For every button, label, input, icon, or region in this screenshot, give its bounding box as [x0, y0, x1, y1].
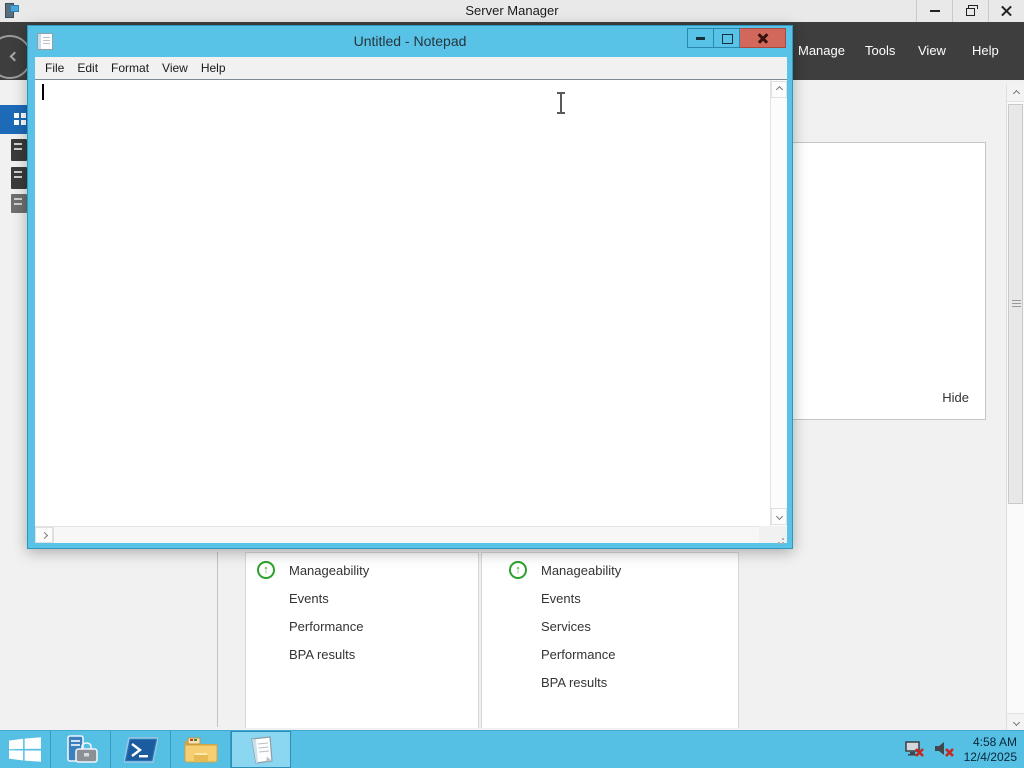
powershell-icon	[123, 736, 158, 763]
scroll-up-button[interactable]	[771, 81, 787, 98]
tile-row-performance[interactable]: Performance	[482, 640, 738, 668]
tile-row-label: Performance	[289, 618, 364, 634]
sidebar-item-dashboard[interactable]	[0, 105, 27, 134]
tile-row-performance[interactable]: Performance	[246, 612, 478, 640]
taskbar: 4:58 AM 12/4/2025	[0, 730, 1024, 768]
desktop: Server Manager Manage Tools View Help Hi…	[0, 0, 1024, 768]
tile-row-label: BPA results	[541, 674, 608, 690]
taskbar-server-manager-button[interactable]	[51, 731, 111, 768]
server-manager-title: Server Manager	[465, 3, 559, 18]
menu-edit[interactable]: Edit	[73, 61, 102, 75]
ibeam-cursor	[555, 92, 567, 114]
file-explorer-icon	[184, 737, 217, 763]
tile-row-manageability[interactable]: ↑ Manageability	[482, 556, 738, 584]
dashboard-scrollbar[interactable]	[1006, 85, 1024, 730]
tile-row-label: Events	[541, 590, 581, 606]
menu-manage[interactable]: Manage	[798, 22, 845, 80]
dashboard-icon	[14, 113, 26, 125]
sidebar-item-file-storage[interactable]	[11, 194, 27, 213]
tile-row-label: Events	[289, 590, 329, 606]
scroll-down-button[interactable]	[771, 508, 787, 525]
chevron-down-icon	[1012, 718, 1020, 726]
resize-grip[interactable]	[759, 526, 787, 543]
taskbar-powershell-button[interactable]	[111, 731, 171, 768]
scrollbar-thumb[interactable]	[1008, 104, 1023, 504]
minimize-button[interactable]	[916, 0, 952, 22]
menu-help[interactable]: Help	[972, 22, 999, 80]
tile-row-services[interactable]: Services	[482, 612, 738, 640]
server-manager-window-controls	[916, 0, 1024, 22]
green-up-arrow-icon: ↑	[509, 561, 527, 579]
horizontal-scrollbar[interactable]	[35, 526, 759, 543]
notepad-text-area[interactable]	[35, 79, 787, 543]
tile-row-label: Services	[541, 618, 591, 634]
taskbar-notepad-button[interactable]	[231, 731, 291, 768]
notepad-icon	[251, 735, 273, 764]
clock-date: 12/4/2025	[963, 749, 1017, 764]
system-tray: 4:58 AM 12/4/2025	[904, 731, 1024, 768]
tile-row-label: Manageability	[289, 562, 370, 578]
taskbar-file-explorer-button[interactable]	[171, 731, 231, 768]
tile-row-label: Manageability	[541, 562, 622, 578]
sidebar-item-local-server[interactable]	[11, 139, 27, 161]
menu-file[interactable]: File	[41, 61, 68, 75]
tile-row-label: BPA results	[289, 646, 356, 662]
sidebar-item-all-servers[interactable]	[11, 167, 27, 189]
vertical-scrollbar[interactable]	[770, 80, 787, 526]
menu-help[interactable]: Help	[197, 61, 230, 75]
close-button[interactable]	[740, 28, 786, 48]
hide-link[interactable]: Hide	[942, 390, 969, 405]
clock-time: 4:58 AM	[972, 734, 1017, 749]
text-caret	[42, 84, 44, 100]
back-arrow-icon	[9, 51, 20, 62]
tile-row-bpa-results[interactable]: BPA results	[246, 640, 478, 668]
menu-view[interactable]: View	[158, 61, 192, 75]
chevron-down-icon	[775, 512, 783, 521]
tile-row-label: Performance	[541, 646, 616, 662]
tile-row-events[interactable]: Events	[482, 584, 738, 612]
tile-row-events[interactable]: Events	[246, 584, 478, 612]
restore-icon	[965, 5, 978, 16]
chevron-up-icon	[775, 85, 783, 94]
restore-button[interactable]	[952, 0, 988, 22]
notepad-window-controls	[687, 28, 786, 48]
scroll-down-button[interactable]	[1007, 713, 1024, 730]
chevron-right-icon	[40, 531, 48, 539]
scroll-up-button[interactable]	[1007, 85, 1024, 102]
server-manager-titlebar[interactable]: Server Manager	[0, 0, 1024, 22]
tile-row-bpa-results[interactable]: BPA results	[482, 668, 738, 696]
menu-tools[interactable]: Tools	[865, 22, 895, 80]
notepad-window: Untitled - Notepad File Edit Format View…	[27, 25, 793, 549]
volume-muted-icon[interactable]	[934, 740, 955, 759]
menu-view[interactable]: View	[918, 22, 946, 80]
network-disconnected-icon[interactable]	[904, 740, 925, 759]
scroll-right-button[interactable]	[35, 527, 53, 543]
maximize-button[interactable]	[714, 28, 740, 48]
chevron-up-icon	[1012, 89, 1020, 97]
taskbar-clock[interactable]: 4:58 AM 12/4/2025	[964, 735, 1017, 765]
tile-row-manageability[interactable]: ↑ Manageability	[246, 556, 478, 584]
role-tile-1: ↑ Manageability Events Performance BPA r…	[245, 552, 479, 728]
notepad-title: Untitled - Notepad	[353, 33, 467, 49]
menu-format[interactable]: Format	[107, 61, 153, 75]
green-up-arrow-icon: ↑	[257, 561, 275, 579]
role-tile-2: ↑ Manageability Events Services Performa…	[481, 552, 739, 728]
windows-logo-icon	[9, 737, 41, 762]
minimize-button[interactable]	[687, 28, 714, 48]
close-button[interactable]	[988, 0, 1024, 22]
notepad-menubar: File Edit Format View Help	[35, 57, 787, 79]
minimize-icon	[929, 10, 940, 12]
notepad-titlebar[interactable]: Untitled - Notepad	[28, 26, 792, 57]
server-manager-icon	[66, 734, 98, 763]
tile-divider	[217, 552, 218, 727]
start-button[interactable]	[0, 731, 51, 768]
